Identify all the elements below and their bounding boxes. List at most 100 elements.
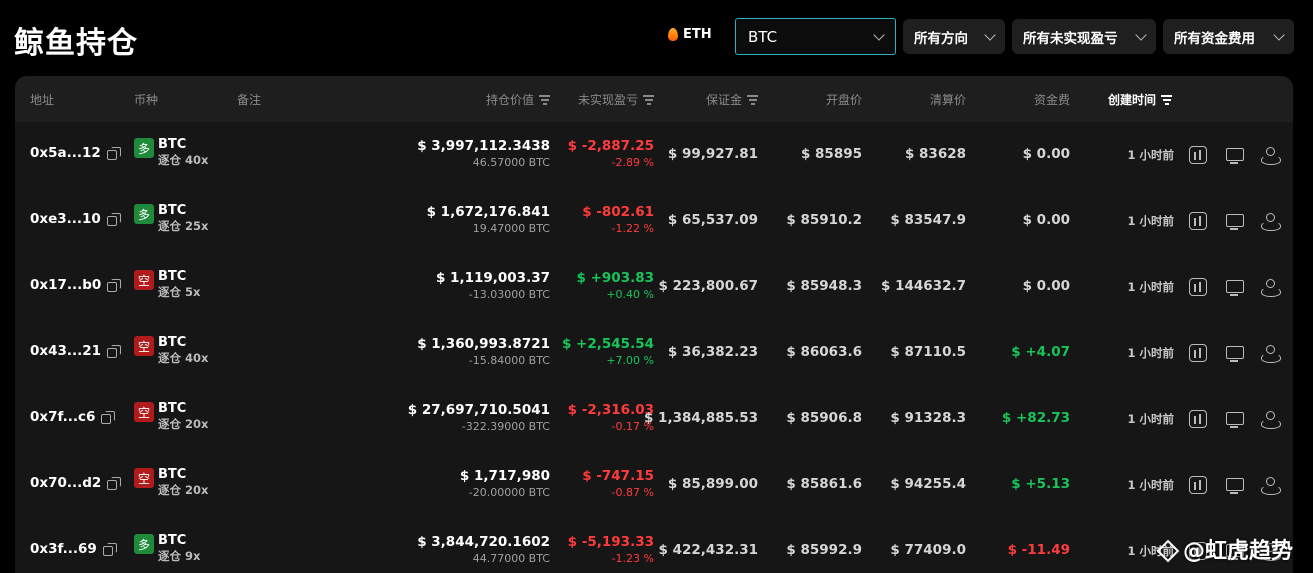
header-coin: 币种 (134, 93, 159, 107)
monitor-icon[interactable] (1225, 476, 1244, 494)
chevron-down-icon (873, 28, 885, 41)
address-cell[interactable]: 0x70...d2 (30, 475, 122, 491)
header-value[interactable]: 持仓价值 (486, 91, 550, 108)
pnl-value: $ +2,545.54 (561, 336, 654, 352)
address-text[interactable]: 0xe3...10 (30, 211, 101, 227)
leverage-text: 逐仓 40x (158, 351, 209, 365)
table-row[interactable]: 0xe3...10 多 BTC 逐仓 25x $ 1,672,176.841 19.470… (15, 188, 1293, 254)
leverage-text: 逐仓 20x (158, 483, 209, 497)
created-time: 1 小时前 (1127, 346, 1174, 360)
address-text[interactable]: 0x7f...c6 (30, 409, 95, 425)
coin-cell: 空 BTC 逐仓 20x (134, 467, 208, 498)
pnl-filter[interactable]: 所有未实现盈亏 (1012, 19, 1156, 54)
bar-chart-icon[interactable] (1189, 344, 1207, 362)
open-price: $ 85992.9 (786, 542, 862, 558)
header-note: 备注 (237, 93, 262, 107)
bar-chart-icon[interactable] (1189, 146, 1207, 164)
position-value: $ 1,717,980 (459, 468, 550, 484)
coin-cell: 空 BTC 逐仓 5x (134, 269, 200, 300)
table-row[interactable]: 0x43...21 空 BTC 逐仓 40x $ 1,360,993.8721 -15.8… (15, 320, 1293, 386)
network-icon[interactable] (1261, 410, 1281, 429)
monitor-icon[interactable] (1225, 278, 1244, 296)
header-margin[interactable]: 保证金 (706, 91, 758, 108)
address-text[interactable]: 0x3f...69 (30, 541, 97, 557)
created-time: 1 小时前 (1127, 412, 1174, 426)
copy-icon[interactable] (102, 542, 117, 556)
monitor-icon[interactable] (1225, 146, 1244, 164)
funding-filter-label: 所有资金费用 (1174, 30, 1255, 47)
address-text[interactable]: 0x17...b0 (30, 277, 101, 293)
position-value: $ 1,119,003.37 (435, 270, 550, 286)
pnl-value: $ -2,887.25 (567, 138, 654, 154)
address-cell[interactable]: 0x43...21 (30, 343, 122, 359)
position-size: -322.39000 BTC (461, 420, 550, 433)
copy-icon[interactable] (107, 476, 122, 490)
table-row[interactable]: 0x7f...c6 空 BTC 逐仓 20x $ 27,697,710.5041 -322… (15, 386, 1293, 452)
open-price: $ 85910.2 (786, 212, 862, 228)
row-actions (1189, 410, 1281, 429)
bar-chart-icon[interactable] (1189, 278, 1207, 296)
created-time: 1 小时前 (1127, 148, 1174, 162)
coin-select-value: BTC (748, 27, 778, 46)
row-actions (1189, 476, 1281, 495)
funding-filter[interactable]: 所有资金费用 (1163, 19, 1294, 54)
address-cell[interactable]: 0x5a...12 (30, 145, 121, 161)
copy-icon[interactable] (101, 410, 116, 424)
copy-icon[interactable] (106, 212, 121, 226)
copy-icon[interactable] (107, 344, 122, 358)
monitor-icon[interactable] (1225, 212, 1244, 230)
side-badge: 空 (134, 270, 154, 290)
margin-value: $ 85,899.00 (667, 476, 758, 492)
eth-quick-select[interactable]: ETH (668, 27, 712, 42)
funding-fee: $ 0.00 (1022, 212, 1070, 228)
network-icon[interactable] (1261, 344, 1281, 363)
bar-chart-icon[interactable] (1189, 476, 1207, 494)
table-row[interactable]: 0x70...d2 空 BTC 逐仓 20x $ 1,717,980 -20.00000 … (15, 452, 1293, 518)
table-row[interactable]: 0x17...b0 空 BTC 逐仓 5x $ 1,119,003.37 -13.0300… (15, 254, 1293, 320)
position-size: 46.57000 BTC (472, 156, 550, 169)
coin-symbol: BTC (158, 137, 187, 152)
monitor-icon[interactable] (1225, 410, 1244, 428)
address-text[interactable]: 0x5a...12 (30, 145, 101, 161)
address-text[interactable]: 0x70...d2 (30, 475, 101, 491)
pnl-value: $ -747.15 (582, 468, 654, 484)
address-cell[interactable]: 0x17...b0 (30, 277, 122, 293)
positions-table: 地址 币种 备注 持仓价值 未实现盈亏 保证金 开盘价 清算价 资金费 创建时间… (15, 76, 1293, 573)
bar-chart-icon[interactable] (1189, 212, 1207, 230)
bar-chart-icon[interactable] (1189, 410, 1207, 428)
position-size: -13.03000 BTC (468, 288, 550, 301)
direction-filter[interactable]: 所有方向 (903, 19, 1005, 54)
position-value: $ 3,844,720.1602 (417, 534, 550, 550)
network-icon[interactable] (1261, 146, 1281, 165)
copy-icon[interactable] (107, 278, 122, 292)
network-icon[interactable] (1261, 476, 1281, 495)
table-row[interactable]: 0x3f...69 多 BTC 逐仓 9x $ 3,844,720.1602 44.770… (15, 518, 1293, 573)
address-cell[interactable]: 0x7f...c6 (30, 409, 116, 425)
coin-symbol: BTC (158, 467, 187, 482)
header-created[interactable]: 创建时间 (1108, 91, 1173, 108)
monitor-icon[interactable] (1225, 344, 1244, 362)
pnl-cell: $ -2,887.25 -2.89 % (568, 137, 654, 170)
copy-icon[interactable] (106, 146, 121, 160)
coin-cell: 多 BTC 逐仓 9x (134, 533, 200, 564)
coin-symbol: BTC (158, 269, 187, 284)
open-price: $ 85948.3 (786, 278, 862, 294)
pnl-value: $ -5,193.33 (567, 534, 654, 550)
eth-quick-select-label: ETH (683, 27, 712, 42)
address-cell[interactable]: 0xe3...10 (30, 211, 121, 227)
position-value: $ 1,672,176.841 (426, 204, 550, 220)
pnl-percent: -1.22 % (611, 222, 654, 235)
page-title: 鲸鱼持仓 (14, 26, 138, 61)
network-icon[interactable] (1261, 278, 1281, 297)
coin-select[interactable]: BTC (735, 18, 896, 55)
header-pnl[interactable]: 未实现盈亏 (578, 91, 654, 108)
network-icon[interactable] (1261, 212, 1281, 231)
leverage-text: 逐仓 5x (158, 285, 201, 299)
chevron-down-icon (984, 28, 996, 41)
header-open: 开盘价 (825, 93, 862, 107)
position-value: $ 3,997,112.3438 (417, 138, 550, 154)
margin-value: $ 223,800.67 (658, 278, 759, 294)
table-row[interactable]: 0x5a...12 多 BTC 逐仓 40x $ 3,997,112.3438 46.57… (15, 122, 1293, 188)
address-text[interactable]: 0x43...21 (30, 343, 101, 359)
address-cell[interactable]: 0x3f...69 (30, 541, 117, 557)
